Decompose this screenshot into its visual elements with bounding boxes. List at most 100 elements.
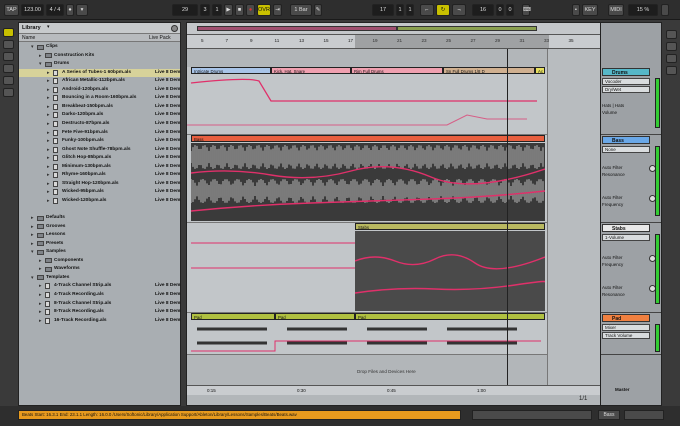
track-name-drums[interactable]: Drums — [602, 68, 650, 76]
loop-start-sub[interactable]: 1 — [406, 4, 414, 16]
punch-in-button[interactable]: ⌐ — [420, 4, 434, 16]
detail-view-toggle[interactable]: Bass — [598, 410, 620, 420]
browser-file-item[interactable]: ▸ Rhyme-160bpm.als Live 8 Dem — [19, 171, 180, 179]
overdub-button[interactable]: OVR — [257, 4, 271, 16]
play-button[interactable]: ▶ — [224, 4, 233, 16]
chevron-right-icon[interactable]: ▸ — [47, 86, 52, 94]
tempo-field[interactable]: 123.00 — [21, 4, 44, 16]
bass-lane[interactable]: Bass — [187, 135, 547, 223]
track-name-bass[interactable]: Bass — [602, 136, 650, 144]
browser-hotswap-icon[interactable] — [171, 25, 178, 32]
time-signature-field[interactable]: 4 / 4 — [46, 4, 64, 16]
browser-file-item[interactable]: ▸ 8-Track Recording.als Live 8 Dem — [19, 308, 180, 316]
tap-button[interactable]: TAP — [4, 4, 19, 16]
track-header-bass[interactable]: Bass None Auto Filter Resonance Auto Fil… — [601, 135, 661, 223]
loop-brace[interactable] — [355, 35, 549, 49]
browser-file-item[interactable]: ▸ Minimum-130bpm.als Live 8 Dem — [19, 163, 180, 171]
plugin-browser-button[interactable] — [3, 88, 14, 97]
time-ruler[interactable]: 0:15 0:30 0:45 1:00 — [187, 385, 600, 395]
chevron-down-icon[interactable]: ▾ — [31, 274, 36, 282]
clip-device-toggle[interactable] — [624, 410, 664, 420]
pad-clip-2[interactable]: Pad — [275, 313, 355, 320]
metronome-button[interactable]: ● — [66, 4, 74, 16]
browser-file-item[interactable]: ▸ A Series of Tubes-1 60bpm.als Live 8 Dem — [19, 68, 180, 77]
chevron-right-icon[interactable]: ▸ — [39, 308, 44, 316]
browser-folder-item[interactable]: ▸ Defaults — [19, 214, 180, 222]
chevron-right-icon[interactable]: ▸ — [47, 69, 52, 77]
chevron-right-icon[interactable]: ▸ — [31, 240, 36, 248]
browser-folder-item[interactable]: ▸ Waveforms — [19, 265, 180, 273]
browser-folder-item[interactable]: ▾ Samples — [19, 248, 180, 256]
track-name-stabs[interactable]: Stabs — [602, 224, 650, 232]
chevron-right-icon[interactable]: ▸ — [39, 317, 44, 325]
browser-file-item[interactable]: ▸ Darko-120bpm.als Live 8 Dem — [19, 111, 180, 119]
chevron-right-icon[interactable]: ▸ — [47, 103, 52, 111]
device-chooser-drums[interactable]: Vocoder — [602, 78, 650, 85]
browser-folder-item[interactable]: ▾ Clips — [19, 43, 180, 51]
browser-file-item[interactable]: ▸ Funky-100bpm.als Live 8 Dem — [19, 137, 180, 145]
bass-clip[interactable]: Bass — [191, 135, 545, 142]
track-header-pad[interactable]: Pad Mixer Track Volume — [601, 313, 661, 355]
quantization-menu[interactable]: 1 Bar — [290, 4, 312, 16]
chevron-down-icon[interactable]: ▾ — [31, 248, 36, 256]
device-chooser-bass[interactable]: None — [602, 146, 650, 153]
track-returns-toggle[interactable] — [666, 54, 677, 63]
computer-midi-keyboard-button[interactable]: ⌨ — [522, 4, 531, 16]
arrangement-overview[interactable] — [187, 23, 600, 35]
chevron-right-icon[interactable]: ▸ — [47, 163, 52, 171]
column-type-label[interactable]: Live Pack — [149, 34, 171, 42]
chevron-right-icon[interactable]: ▸ — [47, 137, 52, 145]
chevron-right-icon[interactable]: ▸ — [47, 171, 52, 179]
chevron-right-icon[interactable]: ▸ — [31, 223, 36, 231]
horizontal-scrollbar[interactable]: 1/1 — [187, 395, 600, 405]
browser-folder-item[interactable]: ▾ Drums — [19, 60, 180, 68]
browser-file-item[interactable]: ▸ Bouncing in a Room-160bpm.als Live 8 Dem — [19, 94, 180, 102]
browser-file-item[interactable]: ▸ Fete Five-91bpm.als Live 8 Dem — [19, 129, 180, 137]
browser-file-item[interactable]: ▸ Straight Hop-120bpm.als Live 8 Dem — [19, 180, 180, 188]
column-name-label[interactable]: Name — [22, 34, 35, 42]
key-map-button[interactable]: KEY — [582, 4, 598, 16]
chevron-right-icon[interactable]: ▸ — [47, 120, 52, 128]
file-browser-1-button[interactable] — [3, 40, 14, 49]
library-browser-button[interactable] — [3, 28, 14, 37]
file-browser-3-button[interactable] — [3, 64, 14, 73]
browser-folder-item[interactable]: ▸ Presets — [19, 240, 180, 248]
follow-button[interactable]: ⇥ — [273, 4, 282, 16]
pad-clip-3[interactable]: Pad — [355, 313, 545, 320]
track-header-drums[interactable]: Drums Vocoder Dry/Wet Hats | Hats Volume — [601, 67, 661, 135]
chevron-right-icon[interactable]: ▸ — [47, 146, 52, 154]
browser-file-item[interactable]: ▸ 4-Track Channel Strip.als Live 8 Dem — [19, 282, 180, 290]
chevron-right-icon[interactable]: ▸ — [39, 282, 44, 290]
chevron-down-icon[interactable]: ▾ — [39, 60, 44, 68]
draw-mode-button[interactable]: ✎ — [314, 4, 322, 16]
loop-switch[interactable]: ↻ — [436, 4, 450, 16]
drums-lane[interactable]: Intricate Drums Kick, Hat, Snare Rim Ful… — [187, 67, 547, 135]
chevron-right-icon[interactable]: ▸ — [31, 231, 36, 239]
device-browser-button[interactable] — [3, 76, 14, 85]
chevron-right-icon[interactable]: ▸ — [47, 180, 52, 188]
browser-folder-item[interactable]: ▸ Construction Kits — [19, 52, 180, 60]
record-button[interactable]: ● — [246, 4, 255, 16]
chevron-right-icon[interactable]: ▸ — [31, 214, 36, 222]
browser-file-item[interactable]: ▸ Destructo-87bpm.als Live 8 Dem — [19, 120, 180, 128]
chevron-down-icon[interactable]: ▾ — [31, 43, 36, 51]
chevron-right-icon[interactable]: ▸ — [39, 291, 44, 299]
pad-lane[interactable]: Pad Pad Pad — [187, 313, 547, 355]
track-sends-toggle[interactable] — [666, 42, 677, 51]
browser-file-item[interactable]: ▸ Wicked-120bpm.als Live 8 Dem — [19, 197, 180, 205]
loop-start-beat[interactable]: 1 — [396, 4, 404, 16]
track-header-stabs[interactable]: Stabs 1-Volume Auto Filter Frequency Aut… — [601, 223, 661, 313]
browser-folder-item[interactable]: ▾ Templates — [19, 274, 180, 282]
quantize-menu[interactable]: ▾ — [76, 4, 88, 16]
chevron-right-icon[interactable]: ▸ — [47, 129, 52, 137]
browser-title[interactable]: Library — [22, 25, 41, 31]
pad-clip-1[interactable]: Pad — [191, 313, 275, 320]
device-chooser-stabs[interactable]: 1-Volume — [602, 234, 650, 241]
device-chooser-pad[interactable]: Mixer — [602, 324, 650, 331]
chevron-right-icon[interactable]: ▸ — [47, 188, 52, 196]
browser-file-item[interactable]: ▸ 8-Track Channel Strip.als Live 8 Dem — [19, 300, 180, 308]
chevron-right-icon[interactable]: ▸ — [39, 265, 44, 273]
browser-file-item[interactable]: ▸ 16-Track Recording.als Live 8 Dem — [19, 317, 180, 325]
loop-length-sub[interactable]: 0 — [506, 4, 514, 16]
browser-folder-item[interactable]: ▸ Grooves — [19, 223, 180, 231]
